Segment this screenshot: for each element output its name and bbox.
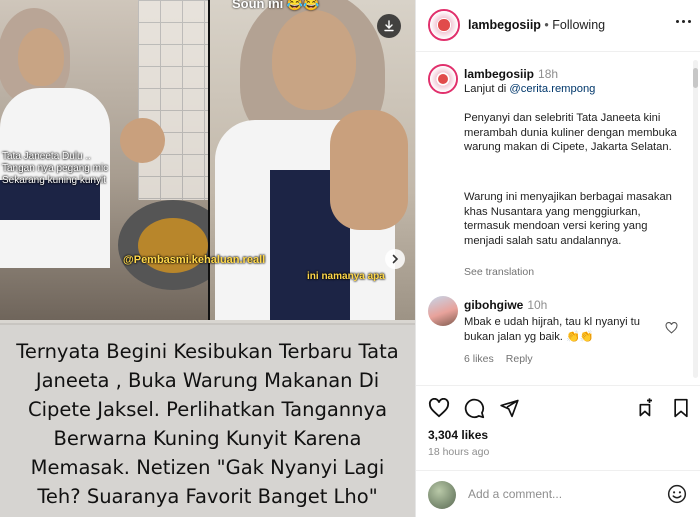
posted-time: 18 hours ago [428,446,490,458]
avatar[interactable] [428,9,460,41]
photo-cooking: Tata Janeeta Dulu .. Tangan nya pegang m… [0,0,208,320]
overlay-line: Tata Janeeta Dulu .. [2,151,91,162]
scrollbar-track[interactable] [693,60,698,378]
scrollbar-thumb[interactable] [693,68,698,88]
caption-time: 18h [538,67,559,81]
comments-area[interactable]: lambegosiip 18h Lanjut di @cerita.rempong… [416,52,700,382]
caption-username[interactable]: lambegosiip [464,67,534,81]
add-comment-input[interactable] [468,483,658,505]
top-caption: Soun ini 😂😂 [232,0,320,11]
caption-line1: Lanjut di @cerita.rempong [464,82,679,97]
avatar-image [430,11,458,39]
header-separator: • [544,18,549,32]
add-comment-bar [416,470,700,517]
headline-box: Ternyata Begini Kesibukan Terbaru Tata J… [0,323,415,517]
avatar-image [430,66,456,92]
header-username[interactable]: lambegosiip [468,18,541,32]
current-user-avatar [428,481,456,509]
overlay-line: Sekarang kuning kunyit [2,175,106,186]
comment-username[interactable]: gibohgiwe [464,298,523,312]
comment-time: 10h [527,298,548,312]
watermark-handle: @Pembasmi.kehaluan.reall [123,254,266,266]
reply-button[interactable]: Reply [506,353,533,365]
raised-hand [330,110,408,230]
post-header: lambegosiip • Following [416,0,700,52]
emoji-icon[interactable] [667,484,687,504]
header-user: lambegosiip • Following [468,18,605,32]
face [272,10,356,110]
post-media[interactable]: Tata Janeeta Dulu .. Tangan nya pegang m… [0,0,415,517]
see-translation-link[interactable]: See translation [464,266,534,278]
comment-like-heart-icon[interactable] [665,322,678,334]
next-media-button[interactable] [385,249,405,269]
follow-status-button[interactable]: Following [552,18,605,32]
caption-paragraph-2: Warung ini menyajikan berbagai masakan k… [464,191,672,247]
likes-count[interactable]: 3,304 likes [428,428,488,442]
caption-mention-link[interactable]: @cerita.rempong [509,83,595,95]
more-horizontal-icon[interactable] [676,20,691,23]
comment-icon[interactable] [464,398,485,419]
download-icon [384,20,394,32]
hand [120,118,165,163]
tile-wall [138,0,208,200]
overlay-caption: Tata Janeeta Dulu .. Tangan nya pegang m… [2,151,108,187]
comment-header: gibohgiwe 10h [464,298,547,312]
download-button[interactable] [377,14,401,38]
headline-text: Ternyata Begini Kesibukan Terbaru Tata J… [16,340,399,508]
caption-avatar[interactable] [428,64,458,94]
save-to-collection-icon[interactable] [637,398,657,418]
chevron-right-icon [392,254,399,264]
comment-likes-count[interactable]: 6 likes [464,353,494,365]
comment-text: Mbak e udah hijrah, tau kl nyanyi tu buk… [464,316,640,343]
post-panel: lambegosiip • Following lambegosiip 18h L… [415,0,700,517]
caption-header: lambegosiip 18h [464,67,558,81]
caption-prefix: Lanjut di [464,83,510,95]
commenter-avatar[interactable] [428,296,458,326]
share-icon[interactable] [499,398,520,418]
overlay-question: ini namanya apa [307,271,385,282]
heart-icon[interactable] [428,398,450,418]
caption-paragraph-1: Penyanyi dan selebriti Tata Janeeta kini… [464,112,677,153]
face [18,28,64,86]
save-icon[interactable] [672,398,690,418]
comment-meta: 6 likes Reply [464,353,533,365]
overlay-line: Tangan nya pegang mic [2,163,109,174]
